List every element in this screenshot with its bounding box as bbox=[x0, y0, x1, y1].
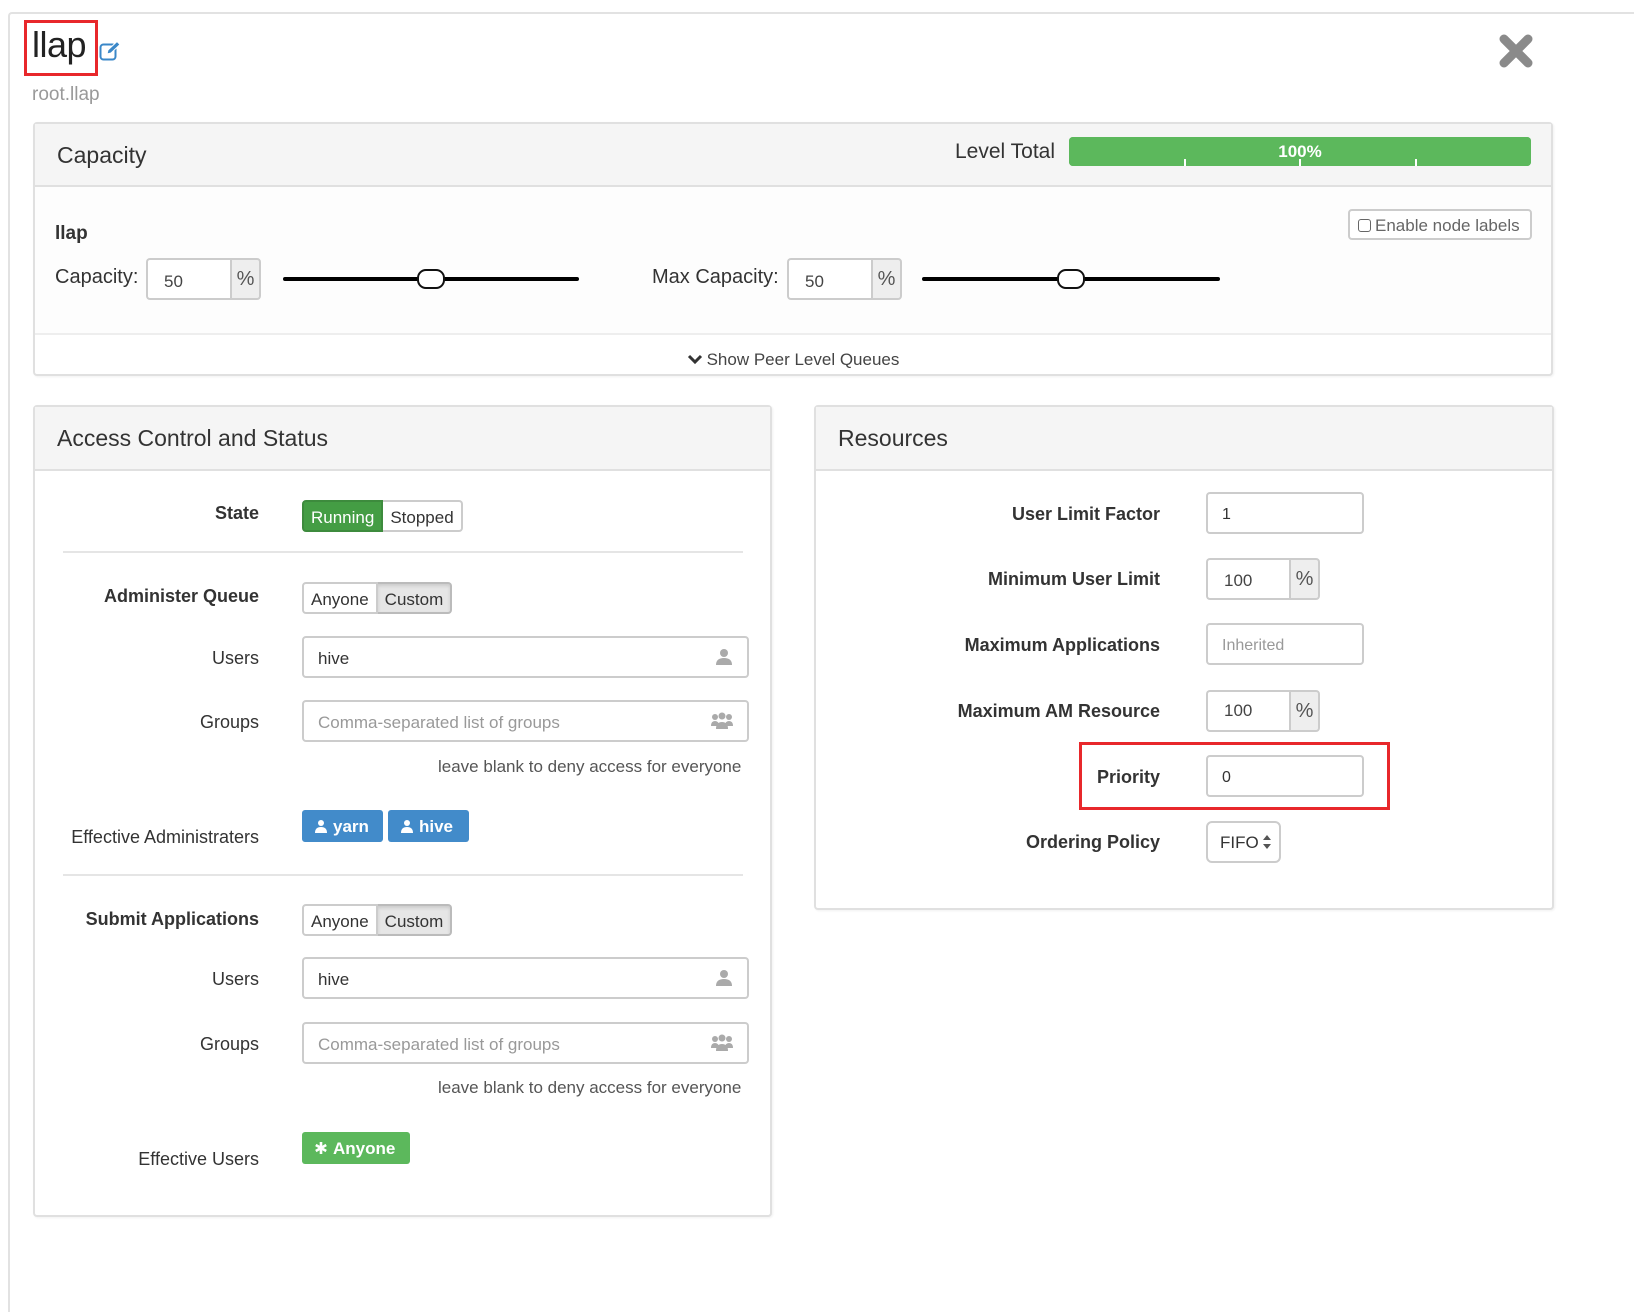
enable-node-labels-checkbox[interactable]: Enable node labels bbox=[1348, 209, 1532, 240]
maximum-applications-input[interactable]: Inherited bbox=[1206, 623, 1364, 665]
state-toggle: Running Stopped bbox=[302, 500, 463, 532]
queue-name: llap bbox=[55, 223, 88, 244]
enable-node-labels-label: Enable node labels bbox=[1375, 216, 1520, 235]
admin-badge-hive: hive bbox=[388, 810, 469, 842]
admin-badge-label: hive bbox=[419, 817, 454, 836]
level-total-label: Level Total bbox=[955, 140, 1056, 163]
effective-users-badge-label: Anyone bbox=[333, 1139, 396, 1158]
maximum-am-resource-group: 100 % bbox=[1206, 690, 1321, 732]
max-capacity-slider-handle[interactable] bbox=[1057, 269, 1085, 289]
close-icon[interactable] bbox=[1498, 33, 1534, 69]
administer-groups-input[interactable]: Comma-separated list of groups bbox=[302, 700, 749, 742]
submit-groups-input[interactable]: Comma-separated list of groups bbox=[302, 1022, 749, 1064]
queue-title: llap bbox=[32, 24, 87, 65]
user-limit-factor-input[interactable]: 1 bbox=[1206, 492, 1364, 534]
submit-users-input[interactable]: hive bbox=[302, 957, 749, 999]
user-icon bbox=[401, 820, 413, 833]
submit-applications-label: Submit Applications bbox=[85, 909, 259, 929]
capacity-slider-handle[interactable] bbox=[417, 269, 445, 289]
ordering-policy-label: Ordering Policy bbox=[1025, 832, 1160, 852]
capacity-panel-header: Capacity Level Total 100% bbox=[35, 124, 1551, 187]
capacity-input-group: 50 % bbox=[146, 258, 261, 300]
show-peer-queues-link[interactable]: Show Peer Level Queues bbox=[35, 350, 1551, 370]
submit-applications-toggle: Anyone Custom bbox=[302, 904, 453, 936]
access-control-header: Access Control and Status bbox=[35, 407, 770, 471]
divider bbox=[63, 874, 743, 876]
user-icon bbox=[716, 649, 732, 665]
divider bbox=[63, 551, 743, 553]
capacity-slider[interactable] bbox=[283, 269, 579, 289]
minimum-user-limit-input[interactable]: 100 bbox=[1206, 558, 1290, 600]
state-label: State bbox=[214, 503, 259, 523]
administer-custom-button[interactable]: Custom bbox=[377, 582, 453, 614]
percent-addon: % bbox=[230, 258, 261, 300]
effective-users-badge: Anyone bbox=[302, 1132, 410, 1164]
max-capacity-input-group: 50 % bbox=[787, 258, 902, 300]
capacity-body: llap Enable node labels Capacity: 50 % M… bbox=[35, 187, 1551, 335]
access-control-panel: Access Control and Status State Running … bbox=[33, 405, 772, 1217]
checkbox-icon[interactable] bbox=[1358, 219, 1371, 232]
ordering-policy-select[interactable]: FIFO bbox=[1206, 821, 1281, 863]
submit-groups-placeholder: Comma-separated list of groups bbox=[318, 1035, 560, 1054]
maximum-am-resource-label: Maximum AM Resource bbox=[957, 701, 1160, 721]
access-control-title: Access Control and Status bbox=[57, 425, 329, 451]
user-limit-factor-label: User Limit Factor bbox=[1011, 504, 1160, 524]
capacity-panel: Capacity Level Total 100% llap Enable no… bbox=[33, 122, 1553, 376]
chevron-down-icon bbox=[687, 354, 702, 365]
capacity-label: Capacity: bbox=[55, 266, 139, 288]
ordering-policy-value: FIFO bbox=[1220, 833, 1259, 852]
max-capacity-label: Max Capacity: bbox=[652, 266, 779, 288]
level-total-bar: 100% bbox=[1069, 137, 1531, 166]
queue-path: root.llap bbox=[32, 84, 100, 105]
priority-label: Priority bbox=[1096, 767, 1160, 787]
submit-users-label: Users bbox=[211, 969, 259, 989]
minimum-user-limit-label: Minimum User Limit bbox=[987, 569, 1160, 589]
administer-users-input[interactable]: hive bbox=[302, 636, 749, 678]
submit-groups-label: Groups bbox=[199, 1034, 259, 1054]
state-running-button[interactable]: Running bbox=[302, 500, 384, 532]
resources-title: Resources bbox=[838, 425, 948, 451]
group-icon bbox=[711, 1034, 733, 1051]
submit-users-value: hive bbox=[318, 970, 350, 989]
minimum-user-limit-group: 100 % bbox=[1206, 558, 1321, 600]
priority-input[interactable]: 0 bbox=[1206, 755, 1364, 797]
administer-users-value: hive bbox=[318, 649, 350, 668]
administer-groups-label: Groups bbox=[199, 712, 259, 732]
administer-groups-placeholder: Comma-separated list of groups bbox=[318, 713, 560, 732]
percent-addon: % bbox=[871, 258, 902, 300]
capacity-title: Capacity bbox=[57, 142, 147, 168]
maximum-am-resource-input[interactable]: 100 bbox=[1206, 690, 1290, 732]
resources-panel: Resources User Limit Factor 1 Minimum Us… bbox=[814, 405, 1554, 910]
capacity-input[interactable]: 50 bbox=[146, 258, 231, 300]
resources-header: Resources bbox=[816, 407, 1552, 471]
level-total-value: 100% bbox=[1278, 142, 1322, 161]
group-icon bbox=[711, 712, 733, 729]
effective-administrators-label: Effective Administraters bbox=[71, 827, 259, 847]
edit-icon[interactable] bbox=[99, 40, 121, 62]
administer-queue-label: Administer Queue bbox=[103, 586, 259, 606]
administer-groups-help: leave blank to deny access for everyone bbox=[438, 757, 742, 776]
state-stopped-button[interactable]: Stopped bbox=[383, 500, 463, 532]
administer-queue-toggle: Anyone Custom bbox=[302, 582, 453, 614]
asterisk-icon bbox=[315, 1142, 327, 1154]
user-icon bbox=[315, 820, 327, 833]
max-capacity-slider[interactable] bbox=[922, 269, 1220, 289]
percent-addon: % bbox=[1289, 558, 1320, 600]
user-icon bbox=[716, 970, 732, 986]
maximum-applications-label: Maximum Applications bbox=[964, 635, 1160, 655]
administer-anyone-button[interactable]: Anyone bbox=[302, 582, 378, 614]
admin-badge-label: yarn bbox=[333, 817, 369, 836]
submit-groups-help: leave blank to deny access for everyone bbox=[438, 1078, 742, 1097]
administer-users-label: Users bbox=[211, 648, 259, 668]
percent-addon: % bbox=[1289, 690, 1320, 732]
effective-users-label: Effective Users bbox=[138, 1149, 259, 1169]
select-arrows-icon bbox=[1263, 835, 1271, 849]
max-capacity-input[interactable]: 50 bbox=[787, 258, 872, 300]
admin-badge-yarn: yarn bbox=[302, 810, 383, 842]
submit-anyone-button[interactable]: Anyone bbox=[302, 904, 378, 936]
show-peer-queues-label: Show Peer Level Queues bbox=[706, 350, 900, 369]
submit-custom-button[interactable]: Custom bbox=[377, 904, 453, 936]
